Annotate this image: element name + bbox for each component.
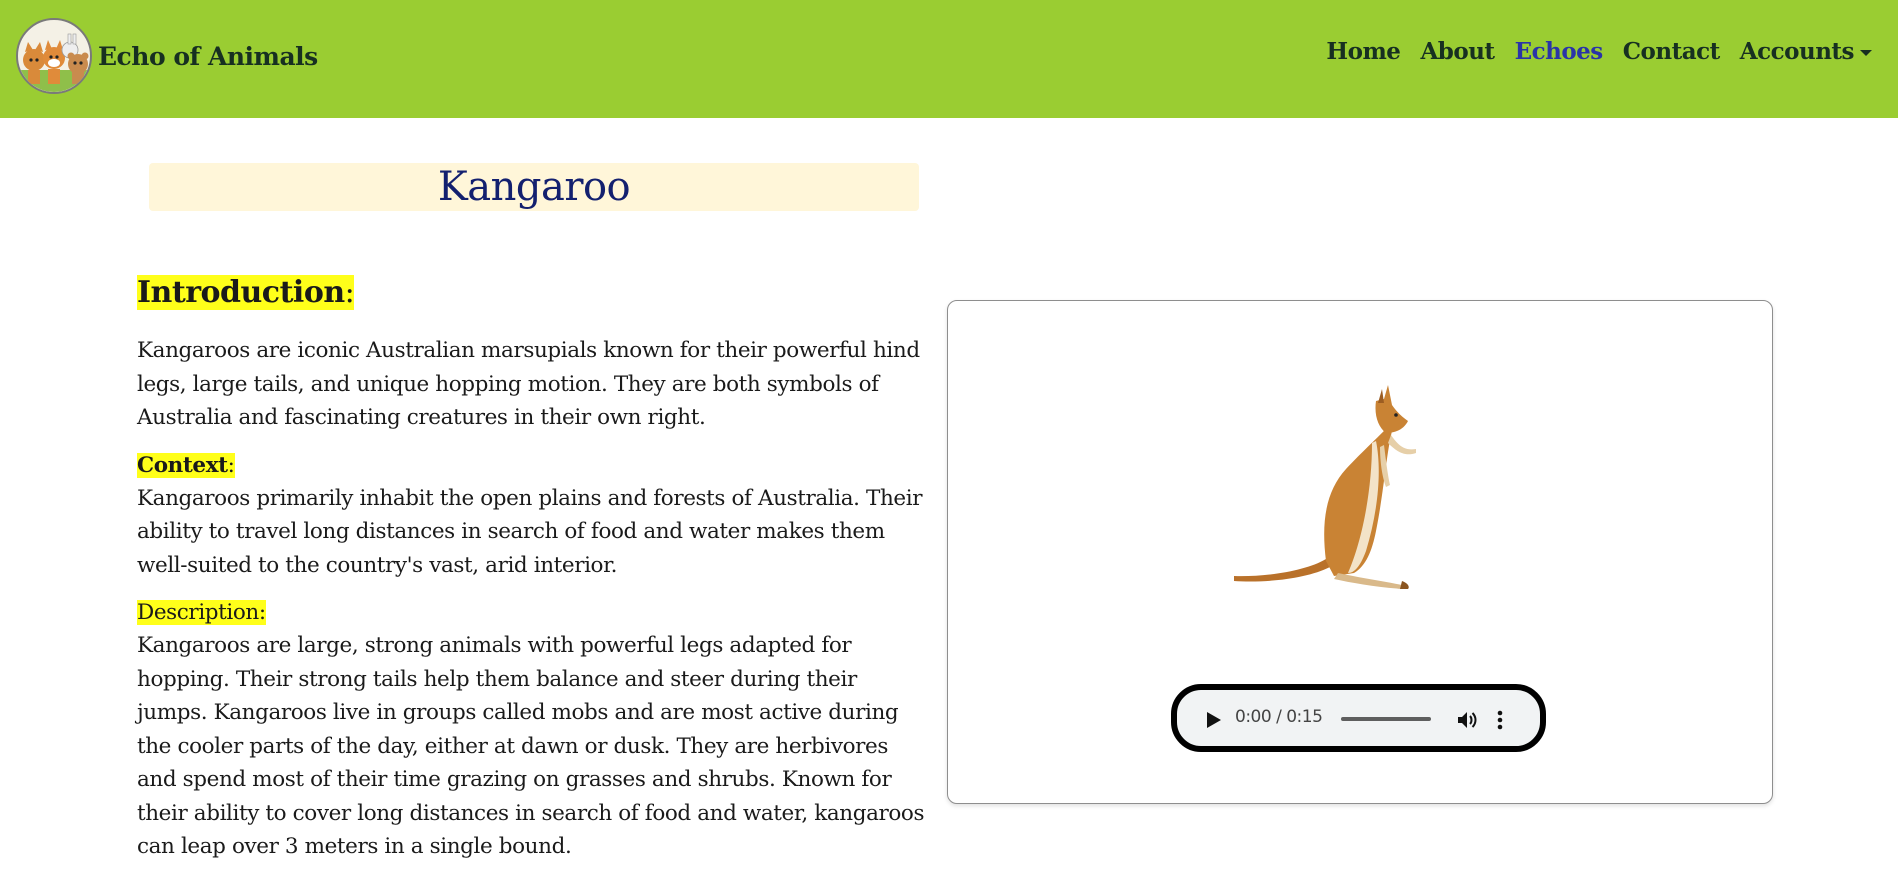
introduction-heading: Introduction: bbox=[137, 270, 932, 316]
context-text: Kangaroos primarily inhabit the open pla… bbox=[137, 485, 923, 578]
audio-player[interactable]: 0:00 / 0:15 bbox=[1171, 684, 1546, 752]
navbar: Echo of Animals Home About Echoes Contac… bbox=[0, 0, 1898, 118]
description-heading-text: Description: bbox=[137, 600, 266, 625]
more-options-icon[interactable] bbox=[1495, 708, 1505, 732]
context-heading-text: Context bbox=[137, 452, 228, 478]
introduction-heading-text: Introduction bbox=[137, 275, 345, 310]
kangaroo-illustration bbox=[1234, 385, 1416, 589]
description-text: Kangaroos are large, strong animals with… bbox=[137, 633, 925, 859]
nav-about[interactable]: About bbox=[1420, 38, 1495, 65]
animal-info: Introduction: Kangaroos are iconic Austr… bbox=[137, 270, 932, 878]
brand-link[interactable]: Echo of Animals bbox=[16, 18, 318, 94]
nav-accounts-label: Accounts bbox=[1739, 38, 1855, 65]
nav-links: Home About Echoes Contact Accounts bbox=[1326, 38, 1872, 65]
introduction-heading-colon: : bbox=[344, 275, 355, 310]
brand-name: Echo of Animals bbox=[98, 41, 318, 71]
play-icon[interactable] bbox=[1203, 710, 1223, 730]
description-heading: Description: bbox=[137, 596, 932, 629]
volume-icon[interactable] bbox=[1455, 708, 1479, 732]
introduction-text: Kangaroos are iconic Australian marsupia… bbox=[137, 338, 920, 430]
nav-echoes[interactable]: Echoes bbox=[1515, 38, 1604, 65]
audio-seek-bar[interactable] bbox=[1341, 717, 1431, 721]
media-card: 0:00 / 0:15 bbox=[947, 300, 1773, 804]
page-title-box: Kangaroo bbox=[149, 163, 919, 211]
context-heading-colon: : bbox=[227, 452, 235, 478]
audio-time: 0:00 / 0:15 bbox=[1235, 707, 1323, 727]
context-heading: Context: bbox=[137, 449, 932, 482]
nav-accounts-dropdown[interactable]: Accounts bbox=[1740, 38, 1872, 65]
caret-down-icon bbox=[1860, 50, 1872, 56]
nav-contact[interactable]: Contact bbox=[1623, 38, 1721, 65]
nav-home[interactable]: Home bbox=[1326, 38, 1401, 65]
page-title: Kangaroo bbox=[437, 164, 631, 210]
animal-group-logo-icon bbox=[16, 18, 92, 94]
